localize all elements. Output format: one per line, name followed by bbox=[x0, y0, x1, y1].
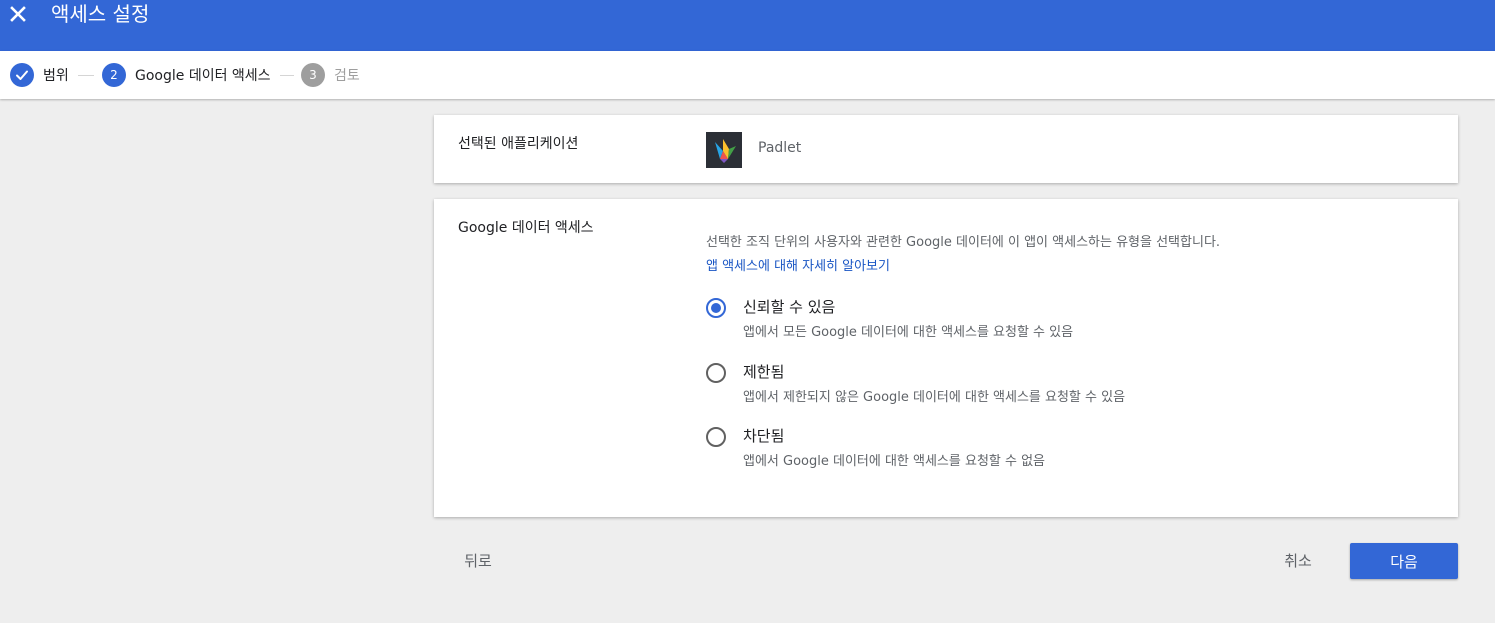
step-number: 3 bbox=[301, 63, 325, 87]
step-scope[interactable]: 범위 bbox=[10, 63, 69, 87]
radio-trusted[interactable] bbox=[706, 298, 726, 318]
step-label: 검토 bbox=[334, 68, 360, 84]
option-title: 제한됨 bbox=[743, 363, 785, 381]
cancel-button[interactable]: 취소 bbox=[1270, 543, 1326, 577]
learn-more-link[interactable]: 앱 액세스에 대해 자세히 알아보기 bbox=[706, 255, 890, 274]
option-subtitle: 앱에서 모든 Google 데이터에 대한 액세스를 요청할 수 있음 bbox=[743, 325, 1074, 340]
google-data-access-card: Google 데이터 액세스 선택한 조직 단위의 사용자와 관련한 Googl… bbox=[434, 199, 1458, 517]
selected-app-label: 선택된 애플리케이션 bbox=[458, 136, 579, 152]
step-label: 범위 bbox=[43, 68, 69, 84]
step-review[interactable]: 3 검토 bbox=[301, 63, 360, 87]
close-icon[interactable] bbox=[7, 3, 29, 25]
app-name: Padlet bbox=[758, 140, 802, 156]
padlet-logo-icon bbox=[706, 132, 742, 168]
page-title: 액세스 설정 bbox=[51, 2, 150, 26]
option-trusted[interactable]: 신뢰할 수 있음 앱에서 모든 Google 데이터에 대한 액세스를 요청할 … bbox=[706, 296, 1306, 346]
stepper: 범위 2 Google 데이터 액세스 3 검토 bbox=[0, 51, 1495, 99]
back-button[interactable]: 뒤로 bbox=[450, 543, 506, 577]
option-title: 신뢰할 수 있음 bbox=[743, 298, 836, 316]
radio-limited[interactable] bbox=[706, 363, 726, 383]
top-app-bar: 액세스 설정 bbox=[0, 0, 1495, 51]
option-title: 차단됨 bbox=[743, 427, 785, 445]
selected-app-card: 선택된 애플리케이션 Padlet bbox=[434, 115, 1458, 183]
check-icon bbox=[10, 63, 34, 87]
data-access-label: Google 데이터 액세스 bbox=[458, 220, 594, 236]
data-access-description: 선택한 조직 단위의 사용자와 관련한 Google 데이터에 이 앱이 액세스… bbox=[706, 235, 1221, 250]
option-blocked[interactable]: 차단됨 앱에서 Google 데이터에 대한 액세스를 요청할 수 없음 bbox=[706, 425, 1306, 475]
step-connector bbox=[78, 75, 94, 76]
radio-blocked[interactable] bbox=[706, 427, 726, 447]
step-connector bbox=[280, 75, 294, 76]
step-google-data-access[interactable]: 2 Google 데이터 액세스 bbox=[102, 63, 271, 87]
option-limited[interactable]: 제한됨 앱에서 제한되지 않은 Google 데이터에 대한 액세스를 요청할 … bbox=[706, 361, 1306, 411]
step-number: 2 bbox=[102, 63, 126, 87]
option-subtitle: 앱에서 Google 데이터에 대한 액세스를 요청할 수 없음 bbox=[743, 454, 1046, 469]
next-button[interactable]: 다음 bbox=[1350, 543, 1458, 579]
option-subtitle: 앱에서 제한되지 않은 Google 데이터에 대한 액세스를 요청할 수 있음 bbox=[743, 390, 1126, 405]
step-label: Google 데이터 액세스 bbox=[135, 68, 271, 84]
